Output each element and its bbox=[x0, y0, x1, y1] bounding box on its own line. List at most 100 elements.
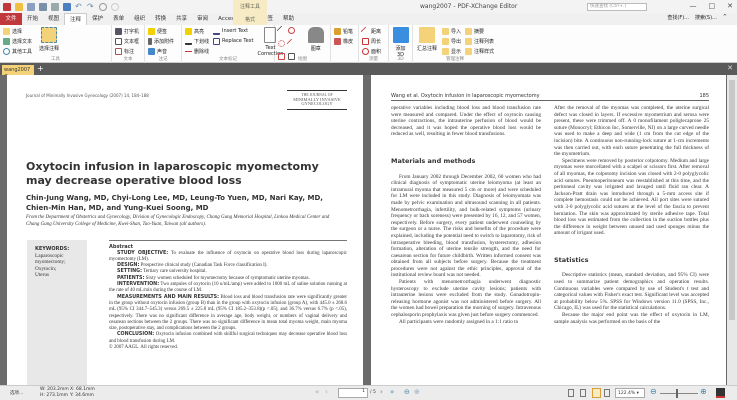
zoom-out-button[interactable]: ⊖ bbox=[650, 387, 657, 396]
close-all-icon[interactable]: ✕ bbox=[727, 64, 733, 72]
tab-1[interactable]: 开始 bbox=[22, 13, 43, 25]
title-bar: ↶ ↷ wang2007 - PDF-XChange Editor 快速查找 (… bbox=[0, 0, 737, 13]
summary-button[interactable]: 摘要 bbox=[464, 27, 494, 35]
strikeout-tool[interactable]: 删除线 bbox=[185, 47, 209, 55]
perimeter-tool[interactable]: 周长 bbox=[362, 37, 381, 45]
group-pencil: 铅笔 橡皮 bbox=[331, 25, 359, 63]
quick-search-input[interactable]: 快速查找 (Ctrl+.) bbox=[587, 3, 647, 11]
fit-icon[interactable] bbox=[604, 389, 610, 397]
underline-tool[interactable]: 下划线 bbox=[185, 37, 209, 45]
area-tool[interactable]: 面积 bbox=[362, 47, 381, 55]
group-tools: 选择 选择文本 其他工具 选择注释 工具 bbox=[0, 25, 112, 63]
tab-2[interactable]: 视图 bbox=[43, 13, 64, 25]
document-view: Journal of Minimally Invasive Gynecology… bbox=[0, 75, 737, 385]
zoom-slider-handle[interactable] bbox=[676, 389, 678, 398]
tab-6[interactable]: 组织 bbox=[129, 13, 150, 25]
prev-view-button[interactable]: ⊖ bbox=[404, 388, 410, 396]
first-page-button[interactable]: « bbox=[315, 388, 319, 396]
abstract-section: CONCLUSION: Oxytocin infusion combined w… bbox=[109, 332, 347, 344]
select-text-tool[interactable]: 选择文本 bbox=[3, 37, 32, 45]
comments-list-button[interactable]: 注释列表 bbox=[464, 37, 494, 45]
group-text-markup: 高亮 下划线 删除线 Insert Text Replace Text Text… bbox=[182, 25, 283, 63]
minimize-button[interactable]: — bbox=[690, 2, 697, 10]
pencil-tool[interactable]: 铅笔 bbox=[334, 27, 353, 35]
sticky-note-tool[interactable]: 便签 bbox=[148, 27, 174, 35]
attach-file-tool[interactable]: 添加附件 bbox=[148, 37, 174, 45]
sound-tool[interactable]: 声音 bbox=[148, 47, 174, 55]
abstract-section: STUDY OBJECTIVE: To evaluate the influen… bbox=[109, 250, 347, 262]
undo-icon[interactable]: ↶ bbox=[75, 2, 83, 11]
article-title: Oxytocin infusion in laparoscopic myomec… bbox=[26, 160, 319, 187]
document-tab[interactable]: wang2007 × bbox=[2, 65, 34, 79]
last-page-button[interactable]: » bbox=[390, 388, 394, 396]
keyword: Laparoscopic bbox=[35, 252, 64, 259]
distance-tool[interactable]: 距离 bbox=[360, 26, 381, 36]
tab-0[interactable]: 文件 bbox=[0, 13, 22, 25]
abstract: Abstract STUDY OBJECTIVE: To evaluate th… bbox=[109, 240, 347, 352]
import-button[interactable]: 导入 bbox=[441, 27, 461, 35]
next-page-button[interactable]: › bbox=[380, 388, 383, 396]
page-number-input[interactable]: 1 bbox=[338, 388, 368, 398]
print-icon[interactable] bbox=[39, 2, 47, 11]
facing-icon[interactable] bbox=[592, 388, 601, 398]
typewriter-tool[interactable]: 打字机 bbox=[115, 27, 139, 35]
authors: Chin-Jung Wang, MD, Chyi-Long Lee, MD, L… bbox=[26, 194, 323, 212]
tab-12[interactable]: 帮助 bbox=[278, 13, 299, 25]
maximize-button[interactable]: □ bbox=[709, 2, 716, 10]
scrollbar-thumb[interactable] bbox=[729, 80, 735, 320]
replace-text-tool[interactable]: Replace Text bbox=[213, 37, 254, 45]
tab-9[interactable]: 审阅 bbox=[192, 13, 213, 25]
continuous-icon[interactable] bbox=[580, 389, 586, 397]
next-view-button[interactable]: ⊕ bbox=[414, 388, 420, 396]
select-tool[interactable]: 选择 bbox=[3, 27, 32, 35]
line-tool[interactable] bbox=[276, 25, 287, 36]
oval-tool[interactable] bbox=[288, 27, 295, 34]
context-tab-group: 注释工具 格式 bbox=[233, 0, 267, 25]
redo-icon[interactable]: ↷ bbox=[87, 2, 95, 11]
group-text: 打字机 文本框 标注 文本 bbox=[112, 25, 145, 63]
insert-text-tool[interactable]: Insert Text bbox=[213, 27, 253, 35]
save-icon[interactable] bbox=[27, 2, 35, 11]
back-icon[interactable] bbox=[99, 2, 107, 11]
tab-8[interactable]: 共享 bbox=[171, 13, 192, 25]
eraser-tool[interactable]: 橡皮 bbox=[334, 37, 353, 45]
show-button[interactable]: 显示 bbox=[441, 47, 461, 55]
comment-styles-button[interactable]: 注释样式 bbox=[464, 47, 494, 55]
close-button[interactable]: ✕ bbox=[727, 2, 733, 10]
scan-icon[interactable] bbox=[63, 2, 71, 11]
forward-icon[interactable] bbox=[111, 2, 119, 11]
find-button[interactable]: 查找(F)... bbox=[667, 14, 689, 21]
tab-7[interactable]: 转换 bbox=[150, 13, 171, 25]
window-title: wang2007 - PDF-XChange Editor bbox=[420, 3, 518, 10]
highlight-tool[interactable]: 高亮 bbox=[185, 27, 209, 35]
status-bar: 选项... W: 203.2mm H: 273.1mm X: 68.1mm Y:… bbox=[0, 385, 737, 400]
tab-4[interactable]: 保护 bbox=[87, 13, 108, 25]
single-page-icon[interactable] bbox=[568, 389, 574, 397]
prev-page-button[interactable]: ‹ bbox=[325, 388, 328, 396]
new-tab-icon[interactable]: + bbox=[37, 64, 44, 73]
group-manage-comments: 汇总注释 导入 导出 显示 摘要 注释列表 注释样式 管理注释 bbox=[416, 27, 494, 62]
cloud-tool[interactable] bbox=[278, 40, 285, 47]
document-tabs: wang2007 × + ✕ bbox=[0, 63, 737, 79]
tab-5[interactable]: 表单 bbox=[108, 13, 129, 25]
units-options[interactable]: 选项... bbox=[10, 390, 23, 396]
textbox-tool[interactable]: 文本框 bbox=[115, 37, 139, 45]
zoom-slider[interactable] bbox=[660, 393, 698, 394]
collapse-ribbon-icon[interactable]: ^ bbox=[723, 14, 727, 21]
search-button[interactable]: 搜索(S)... bbox=[695, 14, 717, 21]
callout-tool[interactable]: 标注 bbox=[115, 47, 139, 55]
vertical-scrollbar[interactable] bbox=[727, 75, 737, 385]
tab-3[interactable]: 注释 bbox=[64, 13, 88, 25]
export-button[interactable]: 导出 bbox=[441, 37, 461, 45]
zoom-in-button[interactable]: ⊕ bbox=[700, 387, 707, 396]
journal-logo: THE JOURNAL OF MINIMALLY INVASIVE GYNECOLO… bbox=[287, 90, 347, 110]
zoom-select[interactable]: 122.4% ▾ bbox=[615, 388, 645, 398]
arrow-tool[interactable] bbox=[286, 38, 297, 49]
color-icon[interactable] bbox=[716, 388, 725, 398]
other-tools[interactable]: 其他工具 bbox=[3, 47, 32, 55]
pdf-page-1: Journal of Minimally Invasive Gynecology… bbox=[7, 75, 363, 385]
email-icon[interactable] bbox=[51, 2, 59, 11]
group-3d: 添加 3D 3D bbox=[389, 25, 413, 63]
open-icon[interactable] bbox=[15, 2, 23, 11]
tab-format[interactable]: 格式 bbox=[233, 16, 267, 23]
